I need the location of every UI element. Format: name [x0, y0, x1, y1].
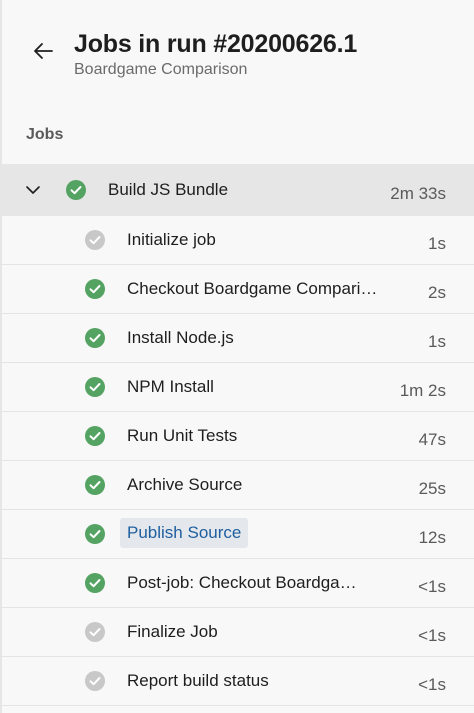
step-duration: 1m 2s — [399, 381, 446, 400]
back-button[interactable] — [26, 34, 60, 68]
step-row[interactable]: Run Unit Tests 47s — [2, 412, 474, 461]
job-row-build-js-bundle[interactable]: Build JS Bundle 2m 33s — [2, 164, 474, 216]
success-check-icon — [85, 573, 105, 593]
pipeline-name: Boardgame Comparison — [74, 61, 248, 78]
step-duration: 1s — [428, 234, 446, 253]
step-list: Initialize job 1s Checkout Boardgame Compa… — [2, 216, 474, 706]
header: Jobs in run #20200626.1 Boardgame Compar… — [0, 0, 474, 100]
success-check-icon — [85, 377, 105, 397]
step-duration: <1s — [418, 675, 446, 694]
step-name: NPM Install — [127, 377, 214, 396]
job-name: Build JS Bundle — [108, 180, 229, 199]
step-row[interactable]: Finalize Job <1s — [2, 608, 474, 657]
section-label-jobs: Jobs — [26, 126, 64, 143]
success-check-icon — [85, 426, 105, 446]
step-duration: 1s — [428, 332, 446, 351]
step-row[interactable]: Post-job: Checkout Boardga… <1s — [2, 559, 474, 608]
step-duration: 2s — [428, 283, 446, 302]
step-duration: <1s — [418, 577, 446, 596]
success-check-icon — [66, 180, 86, 200]
jobs-panel: Jobs in run #20200626.1 Boardgame Compar… — [0, 0, 474, 713]
step-duration: 47s — [418, 430, 446, 449]
step-row[interactable]: Install Node.js 1s — [2, 314, 474, 363]
step-name: Install Node.js — [127, 328, 234, 347]
success-check-icon — [85, 279, 105, 299]
step-row[interactable]: Publish Source 12s — [2, 510, 474, 559]
step-name: Report build status — [127, 671, 269, 690]
skipped-check-icon — [85, 230, 105, 250]
step-name: Finalize Job — [127, 622, 218, 641]
arrow-left-icon — [34, 43, 53, 59]
step-row[interactable]: Checkout Boardgame Compari… 2s — [2, 265, 474, 314]
step-duration: 25s — [418, 479, 446, 498]
step-duration: 12s — [418, 528, 446, 547]
step-name: Initialize job — [127, 230, 216, 249]
step-row[interactable]: NPM Install 1m 2s — [2, 363, 474, 412]
skipped-check-icon — [85, 622, 105, 642]
job-duration: 2m 33s — [390, 184, 446, 203]
step-name: Checkout Boardgame Compari… — [127, 279, 378, 298]
success-check-icon — [85, 524, 105, 544]
step-name: Archive Source — [127, 475, 243, 494]
page-title: Jobs in run #20200626.1 — [74, 30, 358, 58]
step-duration: <1s — [418, 626, 446, 645]
step-name: Run Unit Tests — [127, 426, 238, 445]
step-row[interactable]: Initialize job 1s — [2, 216, 474, 265]
success-check-icon — [85, 475, 105, 495]
step-name: Post-job: Checkout Boardga… — [127, 573, 357, 592]
step-row[interactable]: Report build status <1s — [2, 657, 474, 706]
skipped-check-icon — [85, 671, 105, 691]
step-name[interactable]: Publish Source — [120, 518, 249, 548]
success-check-icon — [85, 328, 105, 348]
step-row[interactable]: Archive Source 25s — [2, 461, 474, 510]
chevron-down-icon[interactable] — [24, 181, 42, 199]
